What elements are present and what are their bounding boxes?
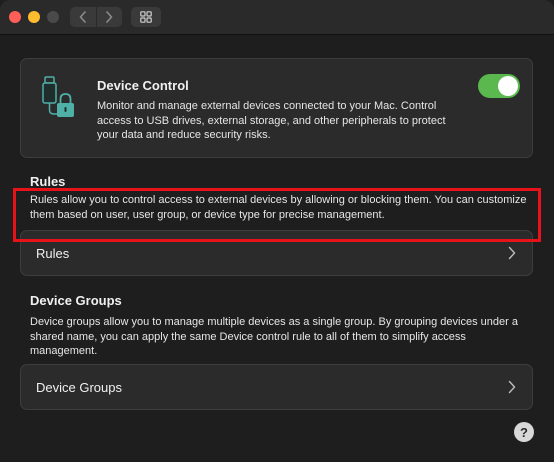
titlebar (0, 0, 554, 35)
chevron-right-icon (106, 11, 113, 23)
back-button[interactable] (70, 7, 97, 27)
rules-row[interactable]: Rules (20, 230, 533, 276)
close-window-button[interactable] (9, 11, 21, 23)
grid-view-button[interactable] (131, 7, 161, 27)
toggle-knob (498, 76, 518, 96)
device-control-description: Monitor and manage external devices conn… (97, 100, 446, 141)
minimize-window-button[interactable] (28, 11, 40, 23)
device-groups-heading: Device Groups (30, 293, 122, 308)
device-groups-row-label: Device Groups (36, 379, 122, 395)
chevron-right-icon (508, 246, 518, 260)
rules-row-label: Rules (36, 245, 70, 261)
rules-heading: Rules (30, 174, 66, 189)
device-control-card: Device Control Monitor and manage extern… (20, 58, 533, 158)
app-window: Device Control Monitor and manage extern… (0, 0, 554, 462)
device-groups-row[interactable]: Device Groups (20, 364, 533, 410)
navigation-buttons (70, 7, 122, 27)
zoom-window-button[interactable] (47, 11, 59, 23)
device-control-toggle[interactable] (478, 74, 520, 98)
device-control-title: Device Control (97, 78, 189, 93)
chevron-right-icon (508, 380, 518, 394)
forward-button[interactable] (97, 7, 123, 27)
grid-icon (140, 11, 152, 23)
chevron-left-icon (79, 11, 86, 23)
help-button[interactable]: ? (514, 422, 534, 442)
main-content: Device Control Monitor and manage extern… (0, 35, 554, 462)
device-groups-description: Device groups allow you to manage multip… (30, 316, 518, 357)
rules-description: Rules allow you to control access to ext… (30, 194, 527, 221)
usb-lock-icon (42, 76, 74, 117)
